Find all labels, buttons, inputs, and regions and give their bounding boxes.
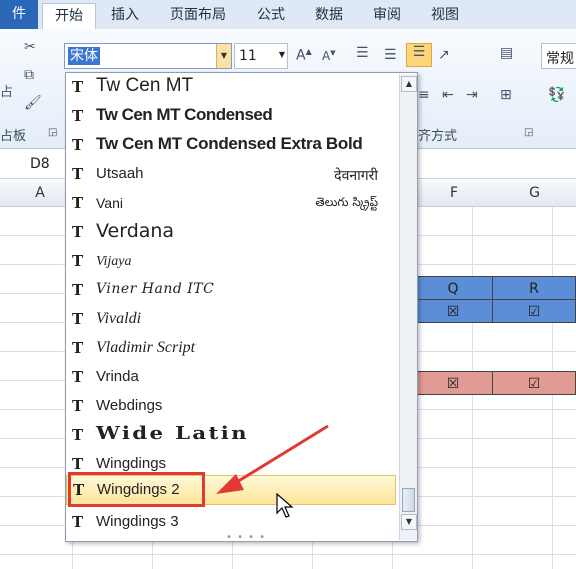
mouse-cursor-icon xyxy=(276,493,294,518)
annotation-arrow xyxy=(216,424,329,494)
